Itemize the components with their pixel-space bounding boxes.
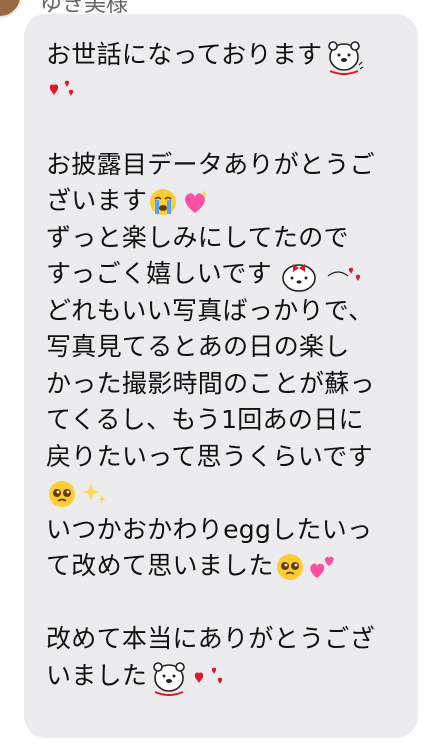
message-line xyxy=(46,74,400,111)
bear-sticker-icon xyxy=(153,661,186,696)
message-line: て改めて思いました xyxy=(46,548,400,585)
bear-with-bow-sticker-icon xyxy=(282,264,316,292)
red-hearts-icon xyxy=(49,80,74,96)
pleading-face-icon xyxy=(276,554,303,580)
message-line: ざいます xyxy=(46,183,400,220)
chat-screen: ゆき美様 お世話になっております お披露目データありがとうご ざいます ずっと楽… xyxy=(0,0,434,754)
message-line: どれもいい写真ばっかりで、 xyxy=(46,295,374,325)
message-line: ずっと楽しみにしてたので xyxy=(46,222,349,252)
message-line: いつかおかわりeggしたいっ xyxy=(46,514,373,544)
message-line: かった撮影時間のことが蘇っ xyxy=(46,368,375,398)
loudly-crying-face-icon xyxy=(150,189,177,215)
sparkling-heart-icon xyxy=(185,190,209,213)
message-line: いました xyxy=(46,658,400,696)
message-line-text: お世話になっております xyxy=(46,40,323,69)
message-line: お世話になっております xyxy=(46,37,400,75)
message-line: 戻りたいって思うくらいです xyxy=(46,441,373,471)
two-hearts-icon xyxy=(310,556,334,578)
message-bubble[interactable]: お世話になっております お披露目データありがとうご ざいます ずっと楽しみにして… xyxy=(24,14,418,738)
message-line: てくるし、もう1回あの日に xyxy=(46,405,364,434)
message-line: 改めて本当にありがとうござ xyxy=(46,624,375,653)
message-line: 写真見てるとあの日の楽し xyxy=(46,332,350,361)
message-line xyxy=(46,475,400,512)
red-hearts-icon xyxy=(195,667,223,684)
message-line: お披露目データありがとうご xyxy=(46,149,375,179)
message-line: すっごく嬉しいです xyxy=(46,256,400,293)
message-text: お世話になっております お披露目データありがとうご ざいます ずっと楽しみにして… xyxy=(46,37,400,696)
sparkles-icon xyxy=(82,483,106,503)
pleading-face-icon xyxy=(49,481,75,507)
bear-sticker-icon xyxy=(328,41,364,75)
two-hearts-icon xyxy=(327,267,361,281)
sender-avatar[interactable] xyxy=(0,0,22,18)
